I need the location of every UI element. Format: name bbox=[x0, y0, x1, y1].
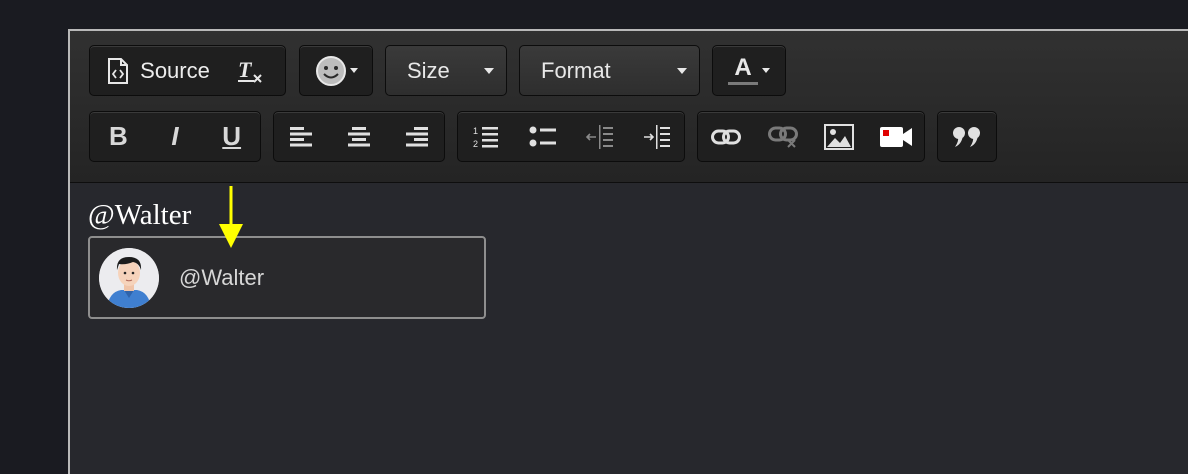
editor-toolbar: Source T Size Format A B I U 1 2 bbox=[70, 31, 1188, 183]
annotation-arrow bbox=[219, 186, 243, 248]
align-right-icon bbox=[405, 126, 428, 146]
rich-text-editor: Source T Size Format A B I U 1 2 @Walter… bbox=[68, 29, 1188, 474]
align-left-icon bbox=[290, 126, 313, 146]
link-icon bbox=[711, 129, 742, 144]
font-color-icon: A bbox=[728, 53, 758, 85]
size-label: Size bbox=[407, 57, 450, 83]
font-color-letter: A bbox=[734, 53, 752, 81]
alignment-group bbox=[273, 111, 445, 162]
avatar bbox=[99, 247, 159, 308]
numbered-list-icon: 1 2 bbox=[473, 126, 499, 149]
format-label: Format bbox=[541, 57, 611, 83]
video-icon bbox=[879, 126, 912, 147]
source-icon bbox=[108, 57, 129, 84]
align-center-icon bbox=[348, 126, 370, 146]
underline-button[interactable]: U bbox=[203, 112, 260, 161]
source-group: Source T bbox=[89, 45, 286, 96]
font-color-group: A bbox=[712, 45, 786, 96]
insert-group bbox=[697, 111, 925, 162]
increase-indent-button[interactable] bbox=[628, 112, 685, 161]
blockquote-icon bbox=[953, 126, 980, 147]
size-dropdown[interactable]: Size bbox=[385, 45, 507, 96]
decrease-indent-button[interactable] bbox=[571, 112, 628, 161]
bold-icon: B bbox=[108, 121, 128, 151]
chevron-down-icon bbox=[677, 67, 687, 74]
smiley-button[interactable] bbox=[300, 46, 372, 95]
decrease-indent-icon bbox=[586, 124, 614, 149]
font-color-button[interactable]: A bbox=[713, 46, 785, 95]
format-dropdown[interactable]: Format bbox=[519, 45, 700, 96]
basic-styles-group: B I U bbox=[89, 111, 261, 162]
increase-indent-icon bbox=[643, 124, 670, 149]
bold-button[interactable]: B bbox=[90, 112, 147, 161]
suggestion-name: @Walter bbox=[179, 264, 265, 290]
video-button[interactable] bbox=[868, 112, 925, 161]
remove-format-button[interactable]: T bbox=[220, 46, 280, 95]
blockquote-button[interactable] bbox=[938, 112, 996, 161]
chevron-down-icon bbox=[350, 68, 358, 73]
smiley-icon bbox=[316, 55, 346, 86]
underline-icon: U bbox=[222, 121, 242, 151]
remove-format-icon: T bbox=[238, 57, 262, 83]
image-icon bbox=[824, 123, 855, 150]
bulleted-list-button[interactable] bbox=[515, 112, 572, 161]
italic-icon: I bbox=[171, 121, 179, 151]
smiley-group bbox=[299, 45, 373, 96]
align-left-button[interactable] bbox=[274, 112, 331, 161]
unlink-icon bbox=[767, 126, 798, 148]
align-center-button[interactable] bbox=[331, 112, 388, 161]
align-right-button[interactable] bbox=[387, 112, 444, 161]
numbered-list-button[interactable]: 1 2 bbox=[458, 112, 515, 161]
svg-text:2: 2 bbox=[473, 139, 478, 149]
svg-text:1: 1 bbox=[473, 126, 478, 136]
chevron-down-icon bbox=[484, 67, 494, 74]
mention-suggestion-item[interactable]: @Walter bbox=[88, 236, 486, 319]
link-button[interactable] bbox=[698, 112, 755, 161]
unlink-button[interactable] bbox=[755, 112, 812, 161]
list-group: 1 2 bbox=[457, 111, 685, 162]
chevron-down-icon bbox=[762, 68, 770, 73]
source-label: Source bbox=[140, 57, 210, 83]
italic-button[interactable]: I bbox=[147, 112, 204, 161]
bulleted-list-icon bbox=[529, 126, 556, 146]
svg-text:T: T bbox=[238, 57, 253, 82]
blockquote-group bbox=[937, 111, 997, 162]
mention-text: @Walter bbox=[88, 199, 192, 231]
image-button[interactable] bbox=[811, 112, 868, 161]
source-button[interactable]: Source bbox=[90, 46, 220, 95]
